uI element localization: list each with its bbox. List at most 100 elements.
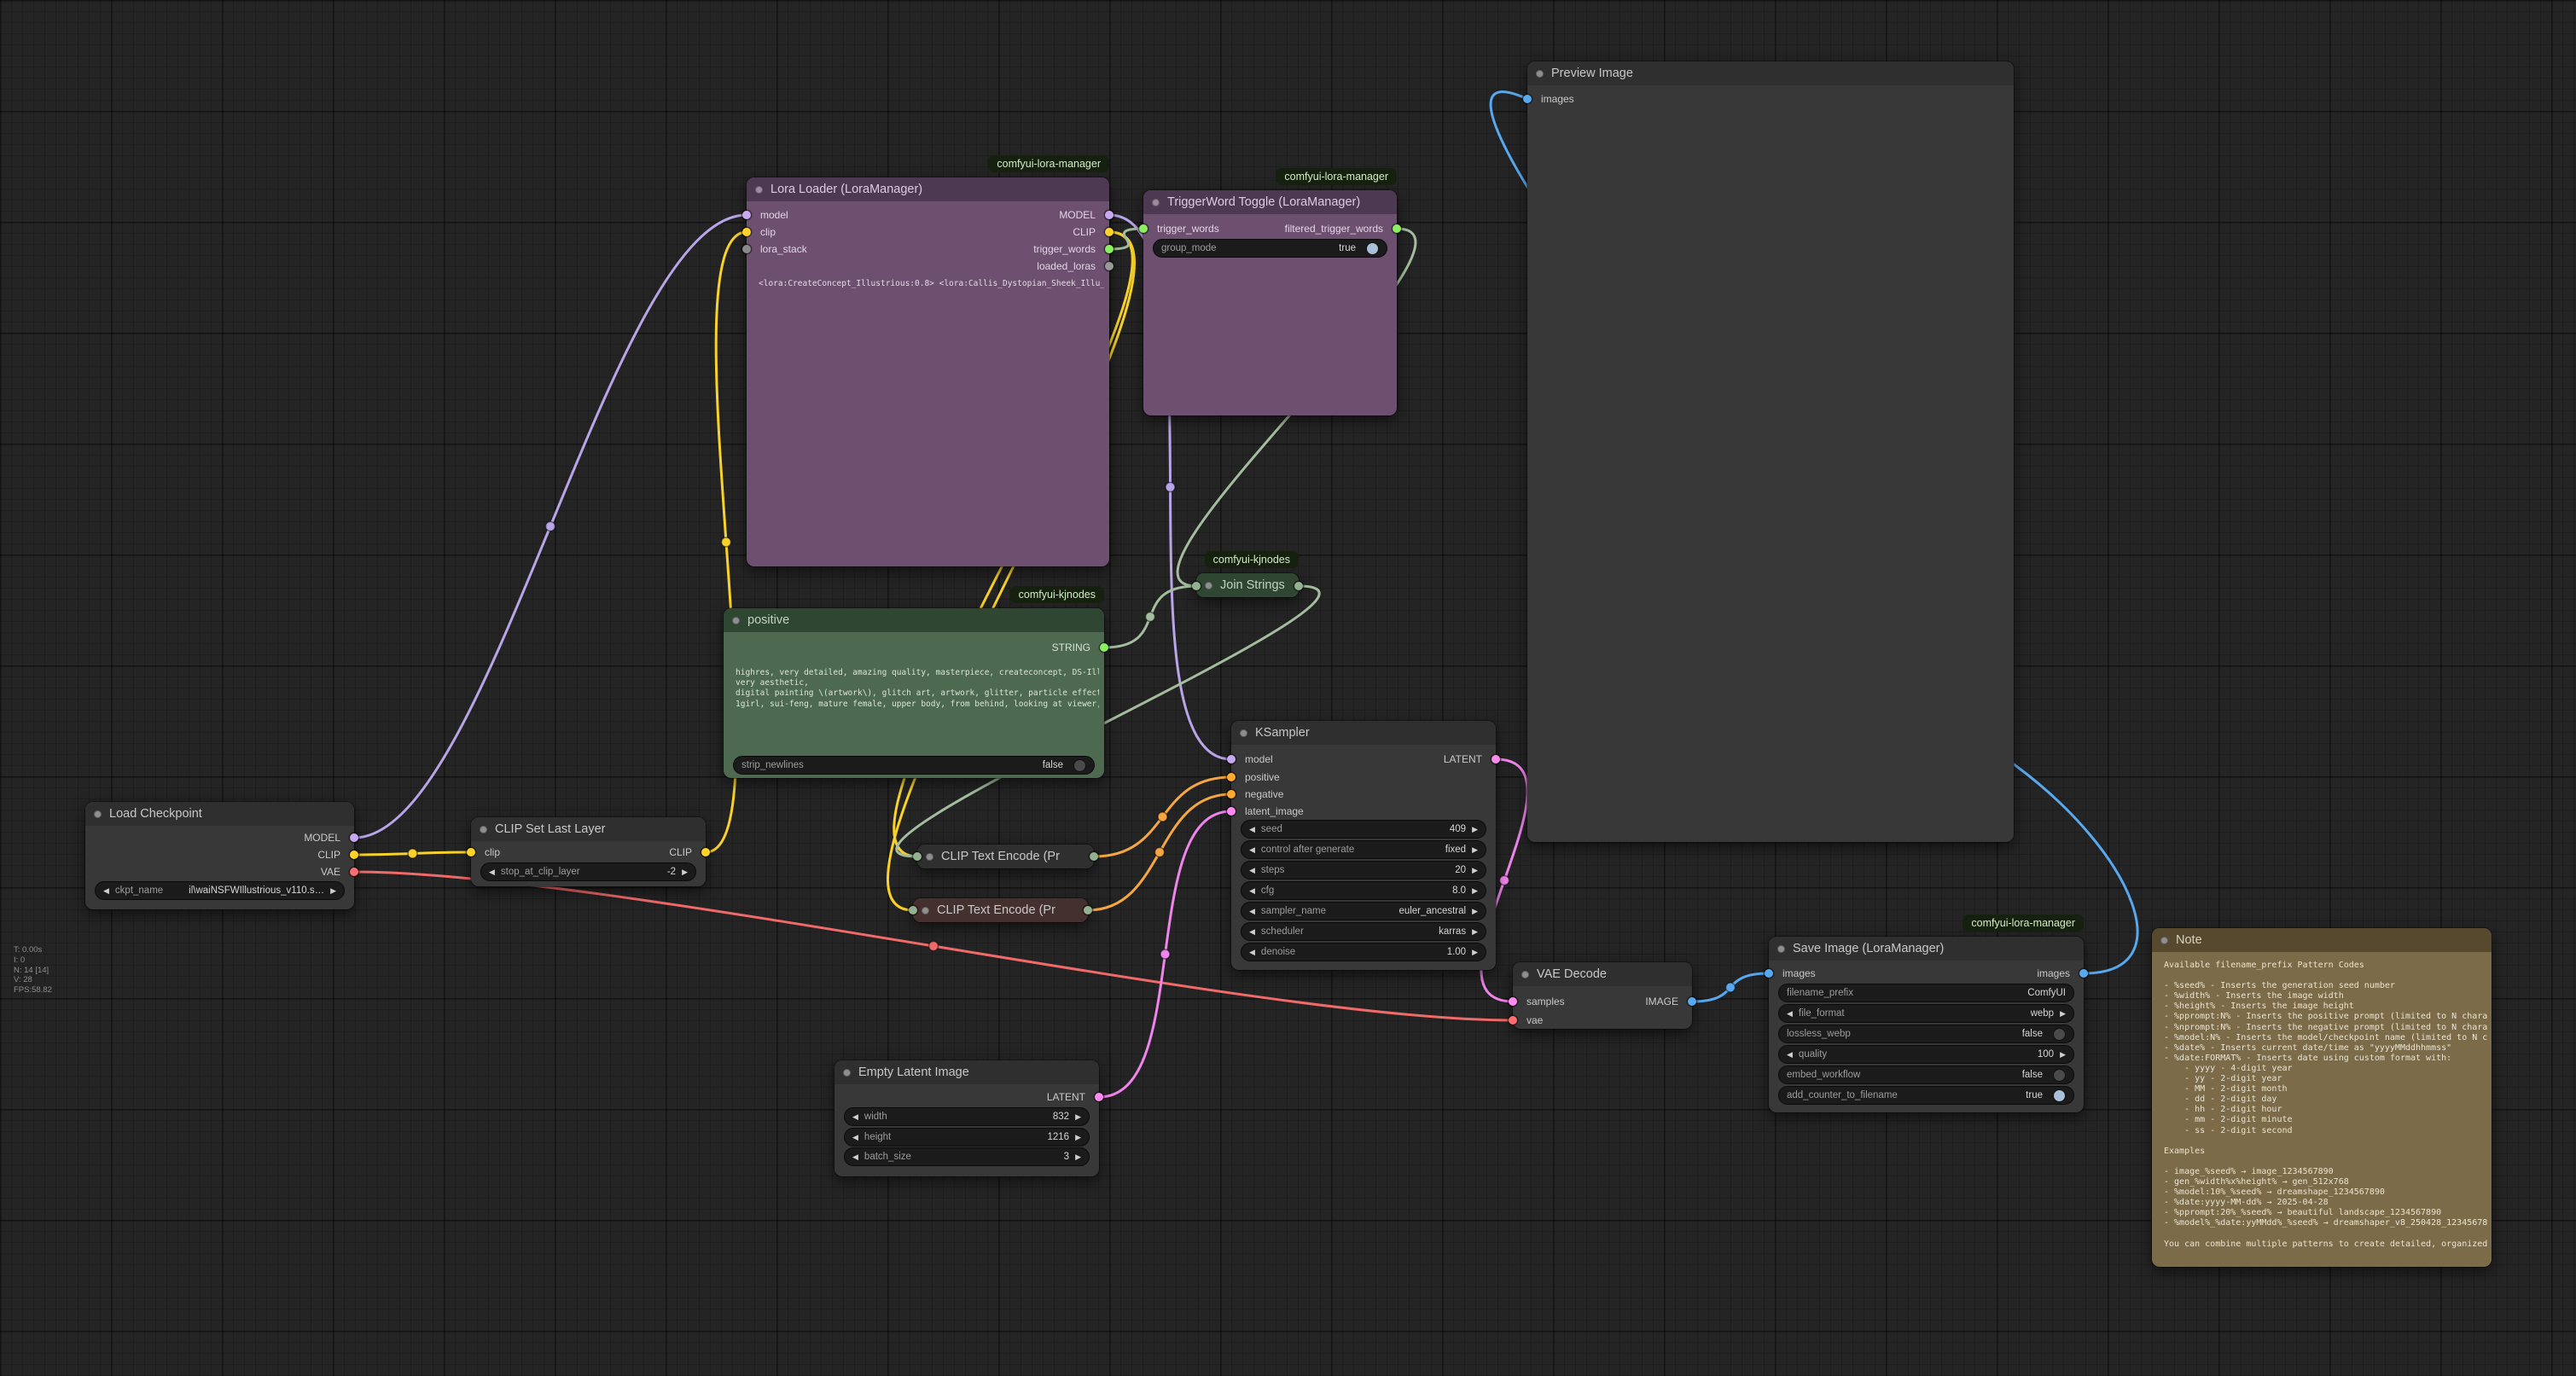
combo-right-arrow-icon[interactable]: ▶ xyxy=(1472,866,1478,875)
combo-right-arrow-icon[interactable]: ▶ xyxy=(1472,845,1478,855)
save-image-titlebar[interactable]: Save Image (LoraManager) xyxy=(1769,937,2084,961)
empty-latent-image-output-port-LATENT[interactable] xyxy=(1095,1093,1103,1101)
node-collapse-dot-icon[interactable] xyxy=(755,186,763,194)
join-strings-output-port-out[interactable] xyxy=(1294,582,1303,590)
node-note[interactable]: NoteAvailable filename_prefix Pattern Co… xyxy=(2152,928,2492,1267)
ksampler-widget-cfg[interactable]: ◀cfg8.0▶ xyxy=(1241,881,1486,900)
load-checkpoint-titlebar[interactable]: Load Checkpoint xyxy=(85,802,354,826)
ksampler-input-port-negative[interactable] xyxy=(1227,790,1236,798)
combo-right-arrow-icon[interactable]: ▶ xyxy=(1075,1112,1081,1122)
save-image-widget-quality[interactable]: ◀quality100▶ xyxy=(1778,1045,2074,1064)
node-collapse-dot-icon[interactable] xyxy=(480,826,487,833)
vae-decode-titlebar[interactable]: VAE Decode xyxy=(1513,962,1692,986)
ksampler-input-port-latent_image[interactable] xyxy=(1227,807,1236,816)
combo-left-arrow-icon[interactable]: ◀ xyxy=(1787,1050,1793,1060)
combo-left-arrow-icon[interactable]: ◀ xyxy=(1249,927,1255,937)
ksampler-widget-control_after_generate[interactable]: ◀control after generatefixed▶ xyxy=(1241,840,1486,859)
save-image-widget-filename_prefix[interactable]: filename_prefixComfyUI xyxy=(1778,984,2074,1002)
node-collapse-dot-icon[interactable] xyxy=(1152,199,1160,206)
ksampler-widget-scheduler[interactable]: ◀schedulerkarras▶ xyxy=(1241,922,1486,941)
node-load-checkpoint[interactable]: Load CheckpointMODELCLIPVAE◀ckpt_nameil\… xyxy=(85,802,354,909)
combo-right-arrow-icon[interactable]: ▶ xyxy=(1472,825,1478,834)
lora-loader-output-port-loaded_loras[interactable] xyxy=(1105,262,1114,270)
empty-latent-image-widget-height[interactable]: ◀height1216▶ xyxy=(844,1128,1090,1147)
combo-right-arrow-icon[interactable]: ▶ xyxy=(1472,948,1478,957)
vae-decode-input-port-samples[interactable] xyxy=(1509,997,1517,1006)
ksampler-titlebar[interactable]: KSampler xyxy=(1231,721,1496,745)
combo-left-arrow-icon[interactable]: ◀ xyxy=(852,1133,858,1142)
clip-text-encode-pos-output-port-out[interactable] xyxy=(1090,852,1098,861)
combo-left-arrow-icon[interactable]: ◀ xyxy=(1249,886,1255,896)
node-clip-text-encode-neg[interactable]: CLIP Text Encode (Pr xyxy=(913,898,1088,922)
node-collapse-dot-icon[interactable] xyxy=(732,617,740,624)
combo-left-arrow-icon[interactable]: ◀ xyxy=(852,1112,858,1122)
positive-titlebar[interactable]: positive xyxy=(724,608,1104,632)
combo-right-arrow-icon[interactable]: ▶ xyxy=(682,868,688,877)
clip-set-last-layer-output-port-CLIP[interactable] xyxy=(701,848,710,856)
positive-output-port-STRING[interactable] xyxy=(1100,643,1108,652)
toggle-on-icon[interactable] xyxy=(2053,1089,2066,1102)
node-ksampler[interactable]: KSamplermodelpositivenegativelatent_imag… xyxy=(1231,721,1496,970)
lora-loader-input-port-model[interactable] xyxy=(742,211,751,219)
note-titlebar[interactable]: Note xyxy=(2152,928,2492,952)
lora-loader-output-port-MODEL[interactable] xyxy=(1105,211,1114,219)
clip-set-last-layer-widget-stop_at_clip_layer[interactable]: ◀stop_at_clip_layer-2▶ xyxy=(480,862,696,881)
lora-loader-input-port-clip[interactable] xyxy=(742,228,751,236)
vae-decode-output-port-IMAGE[interactable] xyxy=(1688,997,1696,1006)
node-preview-image[interactable]: Preview Imageimages xyxy=(1527,61,2014,842)
node-clip-text-encode-pos[interactable]: CLIP Text Encode (Pr xyxy=(917,845,1094,868)
node-triggerword-toggle[interactable]: comfyui-lora-managerTriggerWord Toggle (… xyxy=(1143,190,1397,415)
combo-right-arrow-icon[interactable]: ▶ xyxy=(1472,886,1478,896)
clip-text-encode-neg-output-port-out[interactable] xyxy=(1084,906,1092,914)
join-strings-titlebar[interactable]: Join Strings xyxy=(1196,573,1299,597)
empty-latent-image-titlebar[interactable]: Empty Latent Image xyxy=(834,1060,1099,1084)
lora-loader-input-port-lora_stack[interactable] xyxy=(742,245,751,253)
ksampler-output-port-LATENT[interactable] xyxy=(1492,755,1500,763)
clip-set-last-layer-input-port-clip[interactable] xyxy=(467,848,475,856)
triggerword-toggle-input-port-trigger_words[interactable] xyxy=(1139,224,1148,233)
combo-right-arrow-icon[interactable]: ▶ xyxy=(1472,907,1478,916)
toggle-off-icon[interactable] xyxy=(2053,1028,2066,1041)
node-collapse-dot-icon[interactable] xyxy=(922,907,929,914)
lora-loader-output-port-trigger_words[interactable] xyxy=(1105,245,1114,253)
combo-right-arrow-icon[interactable]: ▶ xyxy=(330,886,336,896)
triggerword-toggle-output-port-filtered_trigger_words[interactable] xyxy=(1393,224,1401,233)
empty-latent-image-widget-width[interactable]: ◀width832▶ xyxy=(844,1107,1090,1126)
node-collapse-dot-icon[interactable] xyxy=(1521,971,1529,978)
load-checkpoint-output-port-CLIP[interactable] xyxy=(350,851,358,859)
ksampler-widget-seed[interactable]: ◀seed409▶ xyxy=(1241,820,1486,839)
save-image-output-port-images[interactable] xyxy=(2079,969,2088,978)
node-collapse-dot-icon[interactable] xyxy=(926,853,933,861)
combo-right-arrow-icon[interactable]: ▶ xyxy=(1075,1133,1081,1142)
combo-left-arrow-icon[interactable]: ◀ xyxy=(1249,907,1255,916)
clip-text-encode-neg-input-port-in[interactable] xyxy=(909,906,917,914)
save-image-widget-lossless_webp[interactable]: lossless_webpfalse xyxy=(1778,1025,2074,1043)
save-image-widget-add_counter_to_filename[interactable]: add_counter_to_filenametrue xyxy=(1778,1086,2074,1105)
node-collapse-dot-icon[interactable] xyxy=(843,1069,851,1077)
vae-decode-input-port-vae[interactable] xyxy=(1509,1016,1517,1025)
toggle-on-icon[interactable] xyxy=(1366,242,1379,255)
node-collapse-dot-icon[interactable] xyxy=(94,810,102,818)
node-collapse-dot-icon[interactable] xyxy=(2160,937,2168,944)
combo-left-arrow-icon[interactable]: ◀ xyxy=(1249,845,1255,855)
ksampler-widget-steps[interactable]: ◀steps20▶ xyxy=(1241,861,1486,880)
triggerword-toggle-widget-group_mode[interactable]: group_modetrue xyxy=(1153,239,1387,258)
combo-left-arrow-icon[interactable]: ◀ xyxy=(1787,1009,1793,1019)
preview-image-titlebar[interactable]: Preview Image xyxy=(1527,61,2014,85)
lora-loader-text[interactable]: <lora:CreateConcept_Illustrious:0.8> <lo… xyxy=(759,279,1104,561)
node-positive[interactable]: comfyui-kjnodespositiveSTRINGstrip_newli… xyxy=(724,608,1104,778)
combo-left-arrow-icon[interactable]: ◀ xyxy=(1249,825,1255,834)
combo-left-arrow-icon[interactable]: ◀ xyxy=(489,868,495,877)
combo-right-arrow-icon[interactable]: ▶ xyxy=(2060,1009,2066,1019)
save-image-widget-embed_workflow[interactable]: embed_workflowfalse xyxy=(1778,1065,2074,1084)
preview-image-input-port-images[interactable] xyxy=(1523,95,1532,103)
save-image-widget-file_format[interactable]: ◀file_formatwebp▶ xyxy=(1778,1004,2074,1023)
load-checkpoint-output-port-VAE[interactable] xyxy=(350,868,358,876)
node-collapse-dot-icon[interactable] xyxy=(1240,729,1247,737)
combo-left-arrow-icon[interactable]: ◀ xyxy=(1249,866,1255,875)
combo-left-arrow-icon[interactable]: ◀ xyxy=(1249,948,1255,957)
ksampler-input-port-positive[interactable] xyxy=(1227,773,1236,781)
lora-loader-titlebar[interactable]: Lora Loader (LoraManager) xyxy=(747,177,1109,201)
clip-text-encode-pos-titlebar[interactable]: CLIP Text Encode (Pr xyxy=(917,845,1094,868)
ksampler-input-port-model[interactable] xyxy=(1227,755,1236,763)
